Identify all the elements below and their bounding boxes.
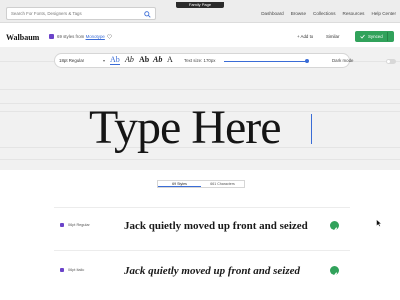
text-size-slider[interactable] <box>224 61 308 62</box>
style-row-sample: Jack quietly moved up front and seized <box>124 265 300 277</box>
glyph-option-bold[interactable]: Ab <box>139 55 149 64</box>
similar-button[interactable]: Similar <box>326 34 339 39</box>
nav-resources[interactable]: Resources <box>343 11 365 16</box>
heart-icon[interactable] <box>107 34 112 39</box>
style-row-sample: Jack quietly moved up front and seized <box>124 220 308 232</box>
baseline-guide <box>0 89 400 90</box>
tab-bar: 69 Styles 661 Characters <box>157 180 245 188</box>
type-tester-toolbar: 18pt Regular ▾ Ab Ab Ab Ab A Text size: … <box>54 53 396 68</box>
nav-dashboard[interactable]: Dashboard <box>261 11 283 16</box>
style-select[interactable]: 18pt Regular ▾ <box>59 58 105 63</box>
baseline-guide <box>0 159 400 160</box>
style-row-name: 06pt Italic <box>68 268 85 272</box>
tab-styles[interactable]: 69 Styles <box>158 181 201 187</box>
check-icon <box>331 227 338 233</box>
style-row[interactable]: 06pt Italic Jack quietly moved up front … <box>54 250 350 288</box>
browser-topbar: Family Page Search For Fonts, Designers … <box>0 0 400 23</box>
text-size-label: Text size: 170px <box>184 58 216 63</box>
foundry-link[interactable]: Monotype <box>86 34 105 39</box>
styles-count-text: 69 styles from Monotype <box>57 34 105 39</box>
synced-button[interactable]: Synced <box>355 31 394 42</box>
adobe-badge-icon <box>60 268 64 272</box>
text-size-slider-fill <box>224 61 308 62</box>
add-to-button[interactable]: + Add to <box>297 34 313 39</box>
style-row-name: 06pt Regular <box>68 223 90 227</box>
glyph-option-more[interactable]: A <box>167 55 173 64</box>
adobe-badge-icon <box>49 34 54 39</box>
glyph-option-italic[interactable]: Ab <box>125 55 134 64</box>
font-family-name: Walbaum <box>6 33 40 42</box>
nav-help-center[interactable]: Help Center <box>371 11 396 16</box>
chevron-down-icon[interactable] <box>387 32 393 41</box>
type-tester-text[interactable]: Type Here <box>89 100 282 156</box>
main-nav: Dashboard Browse Collections Resources H… <box>261 11 396 16</box>
dark-mode-label: Dark mode <box>332 58 354 63</box>
search-placeholder: Search For Fonts, Designers & Tags <box>11 11 82 16</box>
style-row[interactable]: 06pt Regular Jack quietly moved up front… <box>54 207 350 245</box>
dark-mode-toggle[interactable] <box>386 59 396 64</box>
chevron-down-icon: ▾ <box>103 58 106 63</box>
check-icon <box>360 34 365 39</box>
font-family-header: Walbaum 69 styles from Monotype + Add to… <box>0 27 400 47</box>
check-icon <box>331 272 338 278</box>
mouse-pointer-icon <box>376 219 382 227</box>
glyph-option-bold-italic[interactable]: Ab <box>153 55 162 64</box>
synced-label: Synced <box>368 34 383 39</box>
search-icon[interactable] <box>144 11 151 18</box>
nav-collections[interactable]: Collections <box>313 11 335 16</box>
synced-check-icon[interactable] <box>330 266 339 278</box>
tab-characters[interactable]: 661 Characters <box>201 181 244 187</box>
adobe-badge-icon <box>60 223 64 227</box>
styles-count-prefix: 69 styles from <box>57 34 86 39</box>
search-input[interactable]: Search For Fonts, Designers & Tags <box>6 7 156 20</box>
style-select-value: 18pt Regular <box>59 58 85 63</box>
synced-check-icon[interactable] <box>330 221 339 233</box>
text-size-slider-thumb[interactable] <box>305 59 310 63</box>
text-cursor <box>311 114 312 144</box>
browser-tab-title[interactable]: Family Page <box>176 2 224 8</box>
nav-browse[interactable]: Browse <box>291 11 306 16</box>
glyph-option-regular[interactable]: Ab <box>110 55 120 65</box>
